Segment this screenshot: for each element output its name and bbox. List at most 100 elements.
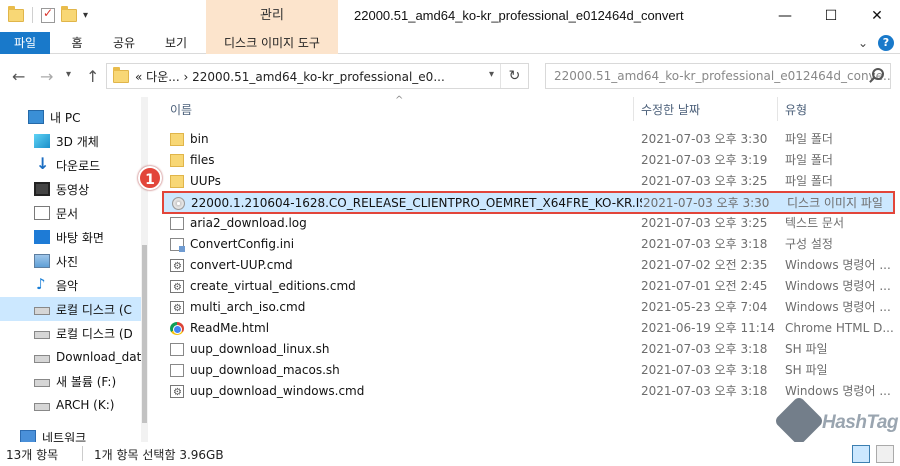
file-type: Chrome HTML D... (785, 321, 894, 335)
back-arrow-icon[interactable]: ← (12, 67, 25, 86)
file-row[interactable]: UUPs 2021-07-03 오후 3:25 파일 폴더 (160, 171, 900, 192)
nav-item-drive-k[interactable]: ARCH (K:) (0, 393, 148, 417)
nav-item-label: 로컬 디스크 (C (56, 302, 132, 317)
music-icon (34, 275, 50, 293)
nav-item-label: 로컬 디스크 (D (56, 326, 133, 341)
nav-item-desktop[interactable]: 바탕 화면 (0, 225, 148, 249)
file-name: convert-UUP.cmd (190, 258, 293, 272)
file-type: SH 파일 (785, 342, 828, 356)
nav-item-drive-f[interactable]: 새 볼륨 (F:) (0, 369, 148, 393)
nav-item-drive-d[interactable]: 로컬 디스크 (D (0, 321, 148, 345)
file-date: 2021-07-02 오전 2:35 (641, 258, 768, 272)
file-name: ReadMe.html (190, 321, 270, 335)
tab-file[interactable]: 파일 (0, 32, 50, 54)
file-row[interactable]: aria2_download.log 2021-07-03 오후 3:25 텍스… (160, 213, 900, 234)
help-icon[interactable]: ? (878, 35, 894, 51)
file-date: 2021-07-03 오후 3:19 (641, 153, 768, 167)
nav-item-label: 네트워크 (42, 430, 87, 443)
column-separator[interactable] (633, 97, 634, 121)
details-view-icon[interactable] (852, 445, 870, 463)
close-button[interactable]: ✕ (854, 0, 900, 32)
file-row[interactable]: multi_arch_iso.cmd 2021-05-23 오후 7:04 Wi… (160, 297, 900, 318)
file-name: uup_download_windows.cmd (190, 384, 365, 398)
minimize-button[interactable]: — (762, 0, 808, 32)
file-row[interactable]: bin 2021-07-03 오후 3:30 파일 폴더 (160, 129, 900, 150)
file-date: 2021-07-03 오후 3:18 (641, 237, 768, 251)
step-badge: 1 (138, 166, 162, 190)
file-row[interactable]: create_virtual_editions.cmd 2021-07-01 오… (160, 276, 900, 297)
large-icons-view-icon[interactable] (876, 445, 894, 463)
nav-item-download-data[interactable]: Download_dat (0, 345, 148, 369)
address-dropdown-icon[interactable]: ▾ (489, 69, 494, 80)
file-row[interactable]: uup_download_windows.cmd 2021-07-03 오후 3… (160, 381, 900, 402)
column-type[interactable]: 유형 (785, 101, 807, 118)
address-bar[interactable]: « 다운... › 22000.51_amd64_ko-kr_professio… (106, 63, 529, 89)
recent-locations-icon[interactable]: ▾ (66, 69, 71, 80)
file-name: UUPs (190, 174, 221, 188)
file-type: Windows 명령어 ... (785, 258, 891, 272)
file-row-selected[interactable]: 22000.1.210604-1628.CO_RELEASE_CLIENTPRO… (162, 191, 895, 214)
ribbon-right-controls: ⌄ ? (858, 35, 894, 51)
nav-item-videos[interactable]: 동영상 (0, 177, 148, 201)
search-placeholder: 22000.51_amd64_ko-kr_professional_e01246… (554, 69, 891, 83)
ribbon-tabs: 파일 홈 공유 보기 디스크 이미지 도구 ⌄ ? (0, 32, 900, 54)
nav-item-3d-objects[interactable]: 3D 개체 (0, 129, 148, 153)
nav-item-network[interactable]: 네트워크 (0, 425, 148, 442)
file-name: 22000.1.210604-1628.CO_RELEASE_CLIENTPRO… (191, 196, 642, 210)
nav-item-this-pc[interactable]: 내 PC (0, 105, 148, 129)
refresh-icon[interactable]: ↻ (500, 64, 528, 88)
file-row[interactable]: uup_download_linux.sh 2021-07-03 오후 3:18… (160, 339, 900, 360)
address-path[interactable]: « 다운... › 22000.51_amd64_ko-kr_professio… (135, 68, 445, 85)
window-title: 22000.51_amd64_ko-kr_professional_e01246… (354, 8, 684, 23)
column-date[interactable]: 수정한 날짜 (641, 101, 700, 118)
file-name: bin (190, 132, 209, 146)
file-name: ConvertConfig.ini (190, 237, 295, 251)
tab-home[interactable]: 홈 (62, 32, 92, 54)
forward-arrow-icon[interactable]: → (40, 67, 53, 86)
nav-item-documents[interactable]: 문서 (0, 201, 148, 225)
address-folder-icon (113, 66, 129, 83)
new-folder-icon[interactable] (61, 5, 77, 22)
qat-dropdown-icon[interactable]: ▾ (83, 10, 88, 21)
folder-icon (170, 133, 184, 146)
file-row[interactable]: ReadMe.html 2021-06-19 오후 11:14 Chrome H… (160, 318, 900, 339)
drive-icon (34, 379, 50, 387)
tab-share[interactable]: 공유 (106, 32, 142, 54)
ribbon-expand-icon[interactable]: ⌄ (858, 36, 868, 50)
file-date: 2021-07-03 오후 3:25 (641, 174, 768, 188)
maximize-button[interactable]: ☐ (808, 0, 854, 32)
file-type: 텍스트 문서 (785, 216, 845, 230)
nav-item-label: 문서 (56, 206, 79, 221)
file-row[interactable]: uup_download_macos.sh 2021-07-03 오후 3:18… (160, 360, 900, 381)
file-date: 2021-07-03 오후 3:30 (641, 132, 768, 146)
file-date: 2021-06-19 오후 11:14 (641, 321, 776, 335)
tab-view[interactable]: 보기 (156, 32, 196, 54)
folder-icon[interactable] (8, 5, 24, 22)
file-row[interactable]: ConvertConfig.ini 2021-07-03 오후 3:18 구성 … (160, 234, 900, 255)
nav-item-pictures[interactable]: 사진 (0, 249, 148, 273)
up-arrow-icon[interactable]: ↑ (86, 67, 99, 86)
file-name: uup_download_macos.sh (190, 363, 340, 377)
nav-item-label: ARCH (K:) (56, 398, 115, 412)
file-row[interactable]: files 2021-07-03 오후 3:19 파일 폴더 (160, 150, 900, 171)
status-selection: 1개 항목 선택함 3.96GB (94, 448, 224, 462)
search-input[interactable]: 22000.51_amd64_ko-kr_professional_e01246… (545, 63, 891, 89)
nav-item-drive-c[interactable]: 로컬 디스크 (C (0, 297, 148, 321)
tab-disc-image-tools[interactable]: 디스크 이미지 도구 (206, 32, 338, 54)
nav-item-downloads[interactable]: 다운로드 (0, 153, 148, 177)
watermark-text: HashTag (822, 412, 899, 433)
status-separator (82, 446, 83, 461)
file-row[interactable]: convert-UUP.cmd 2021-07-02 오전 2:35 Windo… (160, 255, 900, 276)
file-type: Windows 명령어 ... (785, 300, 891, 314)
column-separator[interactable] (777, 97, 778, 121)
nav-pane-scrollbar-thumb[interactable] (142, 245, 147, 423)
search-icon[interactable] (872, 68, 884, 80)
document-icon (34, 206, 50, 220)
properties-icon[interactable] (41, 6, 55, 23)
drive-icon (34, 355, 50, 363)
desktop-icon (34, 230, 50, 244)
nav-item-music[interactable]: 음악 (0, 273, 148, 297)
file-date: 2021-05-23 오후 7:04 (641, 300, 768, 314)
file-type: 디스크 이미지 파일 (787, 196, 883, 210)
column-name[interactable]: 이름 (170, 101, 192, 118)
